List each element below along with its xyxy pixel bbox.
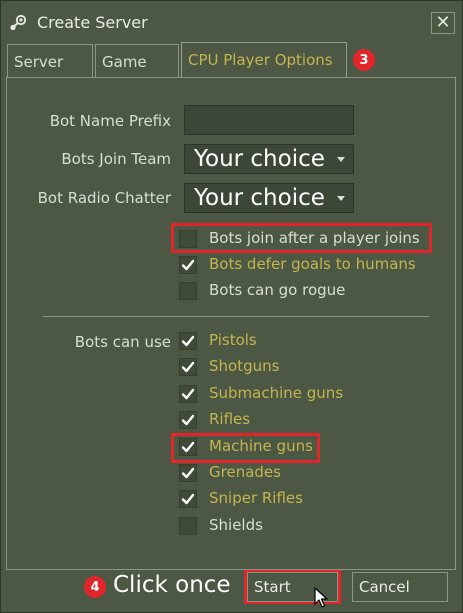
- checkmark-icon: [181, 494, 195, 505]
- window-title: Create Server: [37, 13, 148, 32]
- tab-server[interactable]: Server: [7, 44, 93, 78]
- highlight-machine-guns: [171, 433, 320, 463]
- checkbox-label: Shields: [209, 515, 263, 534]
- checkbox-checked[interactable]: [179, 490, 197, 509]
- tab-cpu-player-options[interactable]: CPU Player Options: [181, 42, 347, 78]
- bots-join-team-value: Your choice: [194, 146, 325, 172]
- checkmark-icon: [181, 259, 195, 271]
- steam-icon: [10, 14, 27, 31]
- checkbox-checked[interactable]: [179, 411, 197, 430]
- cancel-button[interactable]: Cancel: [352, 572, 448, 602]
- cancel-button-label: Cancel: [359, 578, 410, 596]
- checkmark-icon: [181, 414, 195, 426]
- checkbox-checked[interactable]: [179, 256, 197, 274]
- checkbox-label: Shotguns: [209, 357, 280, 376]
- mouse-cursor-icon: [314, 587, 328, 608]
- step-4-badge: 4: [84, 576, 106, 598]
- close-icon: ✕: [435, 12, 451, 33]
- chevron-down-icon: [337, 196, 345, 201]
- title-bar: Create Server ✕: [1, 1, 462, 43]
- bot-name-prefix-input[interactable]: [184, 105, 354, 135]
- step-3-badge: 3: [353, 49, 375, 71]
- tab-label: CPU Player Options: [188, 51, 333, 69]
- checkbox-label: Grenades: [209, 463, 281, 481]
- tab-label: Server: [14, 53, 64, 71]
- bot-radio-chatter-value: Your choice: [194, 185, 325, 211]
- checkbox-label: Bots can go rogue: [209, 281, 346, 299]
- bot-radio-chatter-dropdown[interactable]: Your choice: [184, 183, 354, 213]
- checkmark-icon: [181, 362, 195, 373]
- bot-radio-chatter-label: Bot Radio Chatter: [37, 189, 171, 207]
- checkbox-unchecked[interactable]: [179, 282, 197, 300]
- checkbox-checked[interactable]: [179, 332, 197, 350]
- checkmark-icon: [181, 467, 195, 479]
- checkmark-icon: [181, 335, 195, 347]
- checkbox-label: Rifles: [209, 410, 251, 429]
- highlight-bots-join-after: [171, 223, 432, 253]
- checkbox-label: Pistols: [209, 331, 257, 349]
- close-button[interactable]: ✕: [431, 12, 455, 34]
- step-4-instruction: Click once: [113, 572, 231, 598]
- checkbox-label: Bots defer goals to humans: [209, 255, 416, 273]
- checkbox-checked[interactable]: [179, 384, 197, 403]
- checkbox-unchecked[interactable]: [179, 516, 197, 535]
- create-server-dialog: Create Server ✕ Server Game CPU Player O…: [0, 0, 463, 613]
- bots-join-team-dropdown[interactable]: Your choice: [184, 144, 354, 174]
- checkbox-label: Submachine guns: [209, 383, 344, 402]
- tab-label: Game: [102, 53, 147, 71]
- chevron-down-icon: [337, 157, 345, 162]
- bot-name-prefix-label: Bot Name Prefix: [49, 112, 171, 130]
- section-divider: [43, 316, 429, 317]
- tab-game[interactable]: Game: [95, 44, 179, 78]
- bots-can-use-label: Bots can use: [74, 333, 171, 351]
- checkbox-label: Sniper Rifles: [209, 489, 303, 508]
- checkbox-checked[interactable]: [179, 464, 197, 482]
- checkbox-checked[interactable]: [179, 358, 197, 377]
- start-button-label: Start: [254, 578, 291, 596]
- bots-join-team-label: Bots Join Team: [61, 150, 171, 168]
- checkmark-icon: [181, 388, 195, 399]
